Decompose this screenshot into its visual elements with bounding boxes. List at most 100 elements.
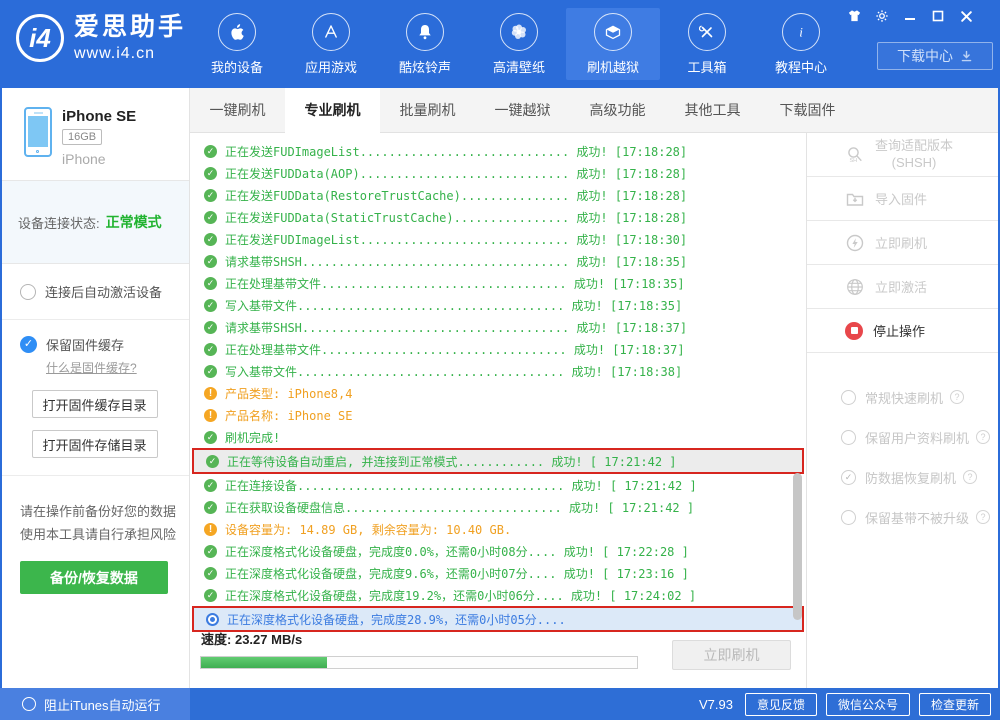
- option-label: 保留基带不被升级: [865, 508, 969, 527]
- log-line: 正在发送FUDData(AOP)........................…: [190, 162, 806, 184]
- wechat-official-button[interactable]: 微信公众号: [826, 693, 910, 716]
- flower-icon: [500, 13, 538, 51]
- log-line: 正在发送FUDImageList........................…: [190, 228, 806, 250]
- maximize-icon[interactable]: [928, 7, 948, 25]
- success-check-icon: [204, 145, 217, 158]
- nav-label: 酷炫铃声: [399, 57, 451, 76]
- nav-label: 教程中心: [775, 57, 827, 76]
- tab-one-click-jailbreak[interactable]: 一键越狱: [475, 88, 570, 132]
- log-line: 正在发送FUDImageList........................…: [190, 140, 806, 162]
- skin-icon[interactable]: [844, 7, 864, 25]
- backup-warning-section: 请在操作前备份好您的数据 使用本工具请自行承担风险 备份/恢复数据: [0, 476, 189, 594]
- flash-now-button-disabled: 立即刷机: [672, 640, 791, 670]
- block-itunes-option[interactable]: 阻止iTunes自动运行: [0, 688, 190, 720]
- backup-restore-button[interactable]: 备份/恢复数据: [20, 561, 168, 594]
- warning-icon: [204, 409, 217, 422]
- auto-activate-label: 连接后自动激活设备: [45, 282, 162, 301]
- action-label: 查询适配版本: [875, 138, 953, 153]
- option-radio: [841, 390, 856, 405]
- feedback-button[interactable]: 意见反馈: [745, 693, 817, 716]
- open-cache-dir-button[interactable]: 打开固件缓存目录: [32, 390, 158, 418]
- log-line: 正在处理基带文件................................…: [190, 338, 806, 360]
- help-icon[interactable]: [963, 470, 977, 484]
- app-logo: i4 爱思助手 www.i4.cn: [16, 14, 186, 62]
- stop-operation-button[interactable]: 停止操作: [807, 309, 1000, 353]
- nav-toolbox[interactable]: 工具箱: [660, 8, 754, 80]
- tab-batch-flash[interactable]: 批量刷机: [380, 88, 475, 132]
- speed-label: 速度:: [201, 632, 231, 647]
- flash-log-pane: 正在发送FUDImageList........................…: [190, 133, 807, 688]
- success-check-icon: [204, 479, 217, 492]
- help-icon[interactable]: [976, 430, 990, 444]
- action-label: 停止操作: [873, 321, 925, 340]
- flash-now-side-button: 立即刷机: [807, 221, 1000, 265]
- nav-flash-jailbreak[interactable]: 刷机越狱: [566, 8, 660, 80]
- check-update-button[interactable]: 检查更新: [919, 693, 991, 716]
- close-icon[interactable]: [956, 7, 976, 25]
- block-itunes-label: 阻止iTunes自动运行: [44, 695, 161, 714]
- open-storage-dir-button[interactable]: 打开固件存储目录: [32, 430, 158, 458]
- tab-one-click-flash[interactable]: 一键刷机: [190, 88, 285, 132]
- settings-gear-icon[interactable]: [872, 7, 892, 25]
- keep-cache-checkbox[interactable]: ✓: [20, 336, 37, 353]
- device-name: iPhone SE: [62, 108, 136, 125]
- import-firmware-icon: [845, 189, 865, 209]
- what-is-cache-link[interactable]: 什么是固件缓存?: [46, 359, 137, 376]
- log-line: 正在深度格式化设备硬盘，完成度0.0%，还需0小时08分.... 成功! [ 1…: [190, 540, 806, 562]
- log-line-highlighted-reboot: 正在等待设备自动重启, 并连接到正常模式............ 成功! [ 1…: [192, 448, 804, 474]
- statusbar: 阻止iTunes自动运行 V7.93 意见反馈 微信公众号 检查更新: [0, 688, 1000, 720]
- action-sidebar: SH 查询适配版本 (SHSH) 导入固件 立即刷机 立即激活: [807, 133, 1000, 688]
- activate-now-button: 立即激活: [807, 265, 1000, 309]
- titlebar: i4 爱思助手 www.i4.cn 我的设备 应用游戏: [0, 0, 1000, 88]
- nav-apps-games[interactable]: 应用游戏: [284, 8, 378, 80]
- nav-my-device[interactable]: 我的设备: [190, 8, 284, 80]
- query-shsh-button: SH 查询适配版本 (SHSH): [807, 133, 1000, 177]
- auto-activate-option[interactable]: 连接后自动激活设备: [0, 264, 189, 320]
- success-check-icon: [204, 343, 217, 356]
- log-line-flash-done: 刷机完成!: [190, 426, 806, 448]
- log-scrollbar-thumb[interactable]: [793, 473, 802, 620]
- speed-readout: 速度: 23.27 MB/s: [201, 629, 302, 648]
- iphone-icon: [24, 107, 52, 157]
- tab-download-firmware[interactable]: 下载固件: [760, 88, 855, 132]
- download-icon: [960, 50, 973, 63]
- firmware-cache-section: ✓ 保留固件缓存 什么是固件缓存? 打开固件缓存目录 打开固件存储目录: [0, 320, 189, 476]
- log-line: 正在深度格式化设备硬盘，完成度9.6%，还需0小时07分.... 成功! [ 1…: [190, 562, 806, 584]
- nav-label: 工具箱: [687, 57, 726, 76]
- nav-wallpapers[interactable]: 高清壁纸: [472, 8, 566, 80]
- nav-ringtones[interactable]: 酷炫铃声: [378, 8, 472, 80]
- running-icon: [206, 613, 219, 626]
- keep-cache-label: 保留固件缓存: [46, 335, 124, 354]
- window-controls: [844, 7, 976, 25]
- toolbox-icon: [688, 13, 726, 51]
- tab-advanced[interactable]: 高级功能: [570, 88, 665, 132]
- help-icon[interactable]: [950, 390, 964, 404]
- help-icon[interactable]: [976, 510, 990, 524]
- success-check-icon: [204, 277, 217, 290]
- nav-label: 应用游戏: [305, 57, 357, 76]
- tab-other-tools[interactable]: 其他工具: [665, 88, 760, 132]
- bell-icon: [406, 13, 444, 51]
- nav-label: 刷机越狱: [587, 57, 639, 76]
- minimize-icon[interactable]: [900, 7, 920, 25]
- app-subtitle: www.i4.cn: [74, 45, 186, 63]
- log-line: 正在发送FUDData(StaticTrustCache)...........…: [190, 206, 806, 228]
- device-capacity-badge: 16GB: [62, 129, 102, 145]
- block-itunes-radio[interactable]: [22, 697, 36, 711]
- i4-logo-icon: i4: [16, 14, 64, 62]
- download-center-button[interactable]: 下载中心: [877, 42, 993, 70]
- success-check-icon: [204, 365, 217, 378]
- success-check-icon: [204, 431, 217, 444]
- option-label: 常规快速刷机: [865, 388, 943, 407]
- download-center-label: 下载中心: [897, 46, 953, 66]
- nav-tutorials[interactable]: i 教程中心: [754, 8, 848, 80]
- flash-lightning-icon: [845, 233, 865, 253]
- keep-cache-option[interactable]: ✓ 保留固件缓存: [0, 335, 189, 354]
- option-keep-baseband: 保留基带不被升级: [807, 497, 1000, 537]
- log-line: 正在发送FUDData(RestoreTrustCache)..........…: [190, 184, 806, 206]
- action-label: 立即激活: [875, 277, 927, 296]
- tab-pro-flash[interactable]: 专业刷机: [285, 88, 380, 133]
- auto-activate-radio[interactable]: [20, 284, 36, 300]
- success-check-icon: [204, 167, 217, 180]
- log-line: 写入基带文件..................................…: [190, 294, 806, 316]
